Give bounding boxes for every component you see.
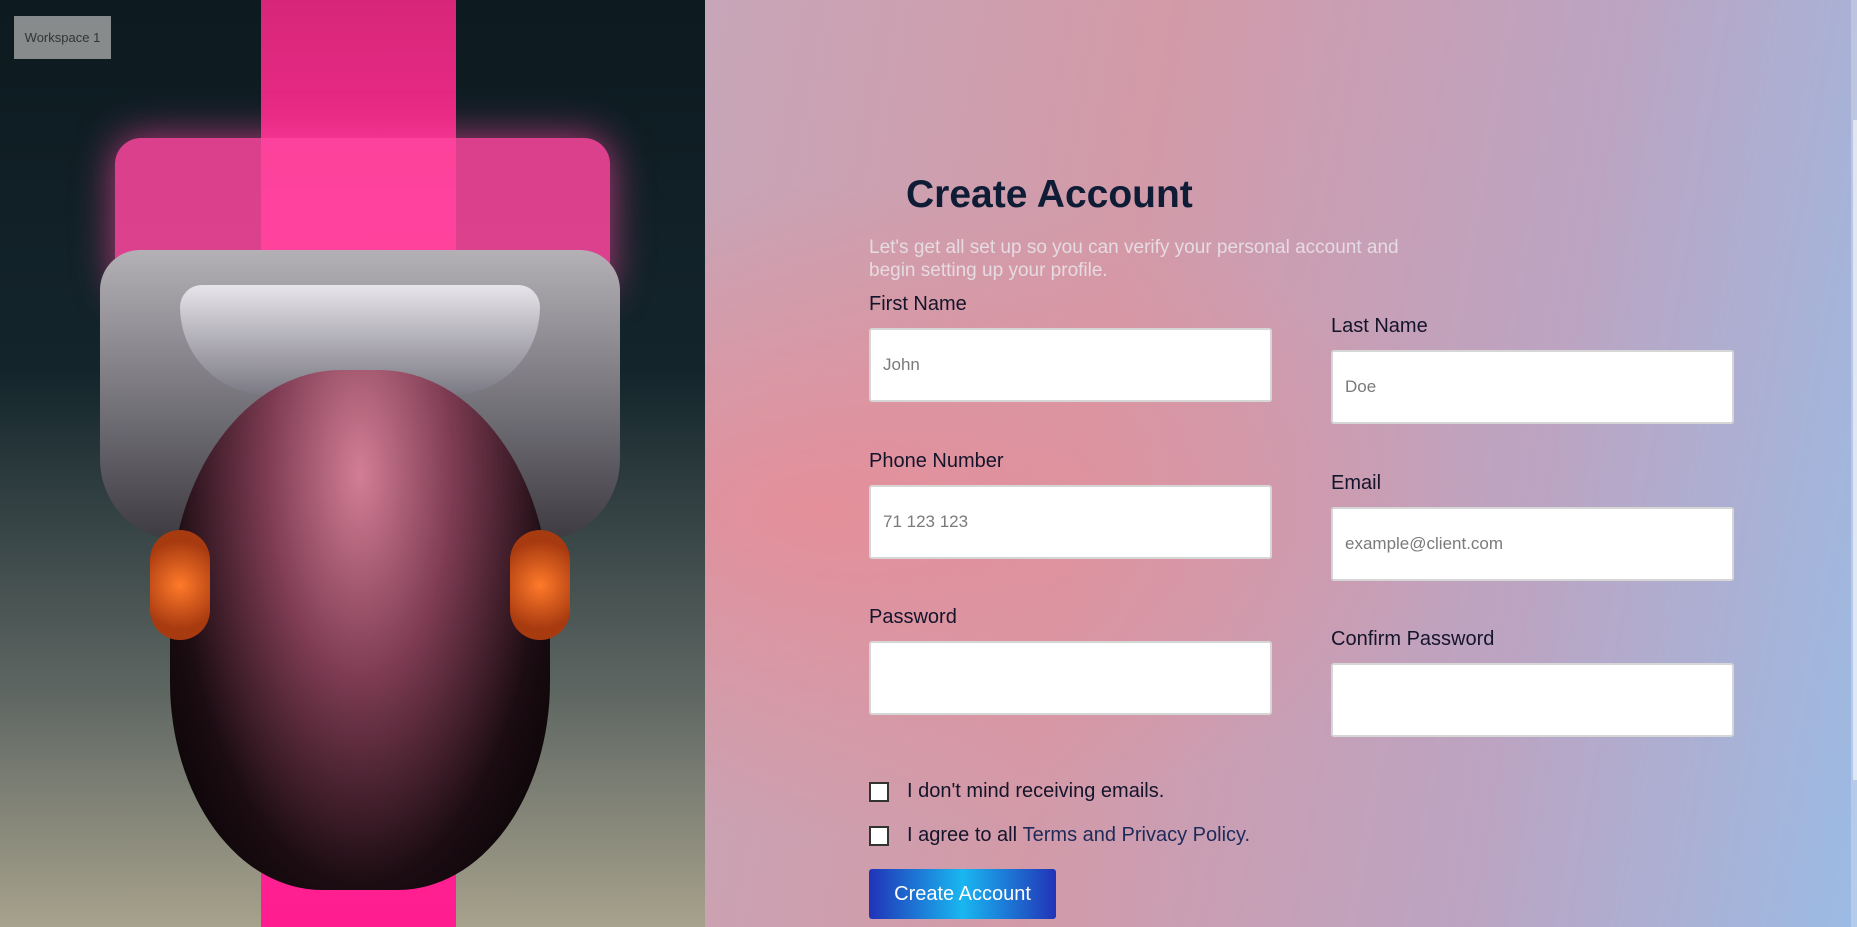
emails-checkbox[interactable] — [869, 781, 889, 802]
phone-number-input[interactable] — [869, 485, 1272, 559]
terms-checkbox-label: I agree to all — [907, 824, 1023, 846]
page-subtitle: Let's get all set up so you can verify y… — [869, 237, 1399, 281]
terms-checkbox[interactable] — [869, 825, 889, 846]
emails-checkbox-label: I don't mind receiving emails. — [907, 780, 1165, 802]
last-name-input[interactable] — [1331, 350, 1734, 424]
hero-face — [170, 370, 550, 890]
terms-consent-row: I agree to all Terms and Privacy Policy. — [869, 824, 1250, 847]
terms-privacy-link[interactable]: Terms and Privacy Policy. — [1023, 824, 1250, 847]
emails-consent-row: I don't mind receiving emails. — [869, 780, 1164, 803]
hero-image — [0, 0, 705, 927]
confirm-password-label: Confirm Password — [1331, 628, 1495, 650]
first-name-input[interactable] — [869, 328, 1272, 402]
hero-ear-left — [150, 530, 210, 640]
workspace-button[interactable]: Workspace 1 — [14, 16, 111, 59]
email-input[interactable] — [1331, 507, 1734, 581]
last-name-label: Last Name — [1331, 315, 1428, 337]
first-name-label: First Name — [869, 293, 967, 315]
create-account-button[interactable]: Create Account — [869, 869, 1056, 919]
phone-number-label: Phone Number — [869, 450, 1004, 472]
email-label: Email — [1331, 472, 1382, 494]
password-label: Password — [869, 606, 957, 628]
page-title: Create Account — [906, 173, 1193, 216]
password-input[interactable] — [869, 641, 1272, 715]
hero-ear-right — [510, 530, 570, 640]
scrollbar-thumb[interactable] — [1853, 120, 1857, 780]
confirm-password-input[interactable] — [1331, 663, 1734, 737]
